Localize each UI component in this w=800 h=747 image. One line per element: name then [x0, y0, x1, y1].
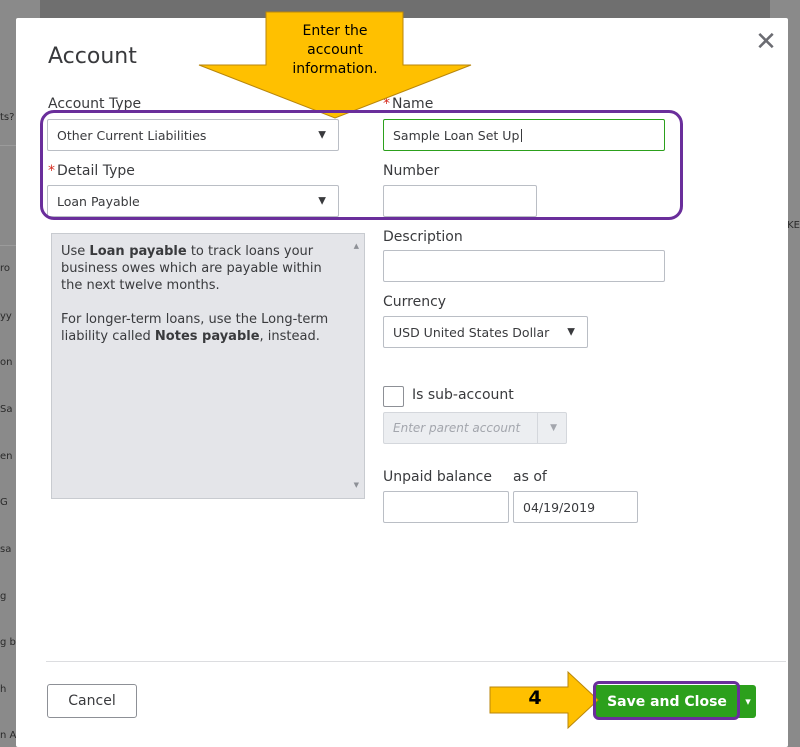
callout-line: Enter the	[302, 23, 368, 39]
callout-instruction: Enter the account information.	[270, 22, 400, 79]
step-number-badge: 4	[528, 687, 542, 709]
callout-line: account	[307, 42, 363, 58]
annotation-overlay	[198, 11, 599, 730]
callout-line: information.	[292, 61, 378, 77]
